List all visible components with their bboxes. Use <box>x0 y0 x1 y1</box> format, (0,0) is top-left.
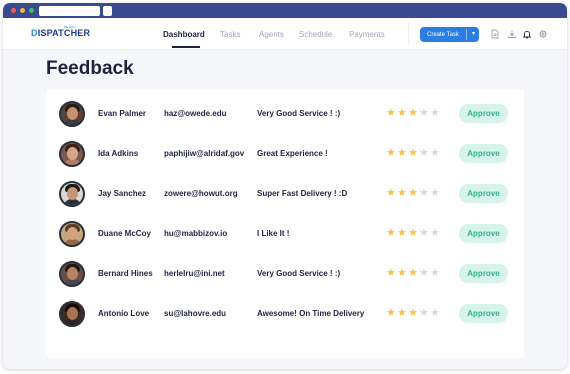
star-empty-icon: ★ <box>419 307 429 319</box>
star-filled-icon: ★ <box>397 187 407 199</box>
tab-dashboard[interactable]: Dashboard <box>163 30 205 39</box>
table-row: Duane McCoy hu@mabbizov.io I Like It ! ★ ★ ★ ★… <box>46 214 524 254</box>
star-filled-icon: ★ <box>408 187 418 199</box>
create-task-button[interactable]: Create Task ▾ <box>420 27 479 42</box>
document-icon[interactable] <box>490 29 500 39</box>
approve-button[interactable]: Approve <box>459 184 508 203</box>
star-empty-icon: ★ <box>419 107 429 119</box>
star-rating: ★ ★ ★ ★ ★ <box>386 306 441 320</box>
approve-button[interactable]: Approve <box>459 304 508 323</box>
browser-titlebar <box>3 3 567 18</box>
logo-subtitle: DESIGN <box>64 25 76 29</box>
feedback-comment: Super Fast Delivery ! :D <box>257 189 348 198</box>
app-logo[interactable]: DISPATCHER <box>31 28 90 38</box>
star-filled-icon: ★ <box>408 107 418 119</box>
star-filled-icon: ★ <box>386 187 396 199</box>
star-filled-icon: ★ <box>397 227 407 239</box>
star-empty-icon: ★ <box>430 267 440 279</box>
customer-name: Antonio Love <box>98 309 150 318</box>
star-filled-icon: ★ <box>386 107 396 119</box>
star-filled-icon: ★ <box>386 227 396 239</box>
star-empty-icon: ★ <box>419 187 429 199</box>
star-empty-icon: ★ <box>419 147 429 159</box>
avatar <box>59 221 85 247</box>
star-filled-icon: ★ <box>408 307 418 319</box>
tab-schedule[interactable]: Schedule <box>299 30 332 39</box>
customer-name: Evan Palmer <box>98 109 147 118</box>
app-window: DISPATCHER DESIGN Dashboard Tasks Agents… <box>3 3 567 369</box>
feedback-comment: Very Good Service ! :) <box>257 269 341 278</box>
avatar <box>59 141 85 167</box>
gear-icon[interactable] <box>538 29 548 39</box>
feedback-comment: I Like It ! <box>257 229 290 238</box>
star-filled-icon: ★ <box>397 307 407 319</box>
feedback-comment: Very Good Service ! :) <box>257 109 341 118</box>
table-row: Bernard Hines herlelru@ini.net Very Good S… <box>46 254 524 294</box>
tab-agents[interactable]: Agents <box>259 30 284 39</box>
table-row: Antonio Love su@lahovre.edu Awesome! On Ti… <box>46 294 524 334</box>
customer-email: zowere@howut.org <box>164 189 238 198</box>
star-filled-icon: ★ <box>397 107 407 119</box>
star-filled-icon: ★ <box>408 267 418 279</box>
avatar <box>59 181 85 207</box>
star-empty-icon: ★ <box>430 147 440 159</box>
star-rating: ★ ★ ★ ★ ★ <box>386 106 441 120</box>
customer-email: paphijiw@alridaf.gov <box>164 149 245 158</box>
customer-email: herlelru@ini.net <box>164 269 225 278</box>
star-empty-icon: ★ <box>419 227 429 239</box>
feedback-comment: Great Experience ! <box>257 149 328 158</box>
chevron-down-icon[interactable]: ▾ <box>472 30 475 37</box>
approve-button[interactable]: Approve <box>459 144 508 163</box>
star-empty-icon: ★ <box>430 187 440 199</box>
avatar <box>59 101 85 127</box>
tab-payments[interactable]: Payments <box>349 30 385 39</box>
nav-divider <box>408 22 409 46</box>
approve-button[interactable]: Approve <box>459 224 508 243</box>
star-filled-icon: ★ <box>397 267 407 279</box>
address-bar[interactable] <box>39 6 100 16</box>
page-title: Feedback <box>46 58 134 79</box>
star-filled-icon: ★ <box>386 267 396 279</box>
customer-name: Ida Adkins <box>98 149 139 158</box>
star-rating: ★ ★ ★ ★ ★ <box>386 266 441 280</box>
customer-email: haz@owede.edu <box>164 109 227 118</box>
table-row: Jay Sanchez zowere@howut.org Super Fast De… <box>46 174 524 214</box>
avatar <box>59 301 85 327</box>
customer-name: Jay Sanchez <box>98 189 147 198</box>
feedback-comment: Awesome! On Time Delivery <box>257 309 365 318</box>
table-row: Evan Palmer haz@owede.edu Very Good Servic… <box>46 94 524 134</box>
bell-icon[interactable] <box>522 29 532 39</box>
customer-email: su@lahovre.edu <box>164 309 227 318</box>
star-empty-icon: ★ <box>430 307 440 319</box>
star-rating: ★ ★ ★ ★ ★ <box>386 146 441 160</box>
top-navbar: DISPATCHER DESIGN Dashboard Tasks Agents… <box>3 18 567 50</box>
star-filled-icon: ★ <box>408 227 418 239</box>
feedback-table: Evan Palmer haz@owede.edu Very Good Servic… <box>46 89 524 358</box>
active-tab-indicator <box>172 46 200 48</box>
customer-email: hu@mabbizov.io <box>164 229 228 238</box>
star-rating: ★ ★ ★ ★ ★ <box>386 226 441 240</box>
tab-tasks[interactable]: Tasks <box>220 30 240 39</box>
avatar <box>59 261 85 287</box>
customer-name: Bernard Hines <box>98 269 153 278</box>
star-empty-icon: ★ <box>430 107 440 119</box>
star-filled-icon: ★ <box>386 307 396 319</box>
star-filled-icon: ★ <box>397 147 407 159</box>
approve-button[interactable]: Approve <box>459 104 508 123</box>
table-row: Ida Adkins paphijiw@alridaf.gov Great Expe… <box>46 134 524 174</box>
star-empty-icon: ★ <box>419 267 429 279</box>
star-empty-icon: ★ <box>430 227 440 239</box>
star-rating: ★ ★ ★ ★ ★ <box>386 186 441 200</box>
create-task-label: Create Task <box>427 31 459 38</box>
download-icon[interactable] <box>507 29 517 39</box>
maximize-window-icon[interactable] <box>29 8 34 13</box>
customer-name: Duane McCoy <box>98 229 151 238</box>
approve-button[interactable]: Approve <box>459 264 508 283</box>
close-window-icon[interactable] <box>11 8 16 13</box>
minimize-window-icon[interactable] <box>20 8 25 13</box>
star-filled-icon: ★ <box>408 147 418 159</box>
new-tab-button[interactable] <box>103 6 112 16</box>
button-separator <box>466 29 467 40</box>
star-filled-icon: ★ <box>386 147 396 159</box>
